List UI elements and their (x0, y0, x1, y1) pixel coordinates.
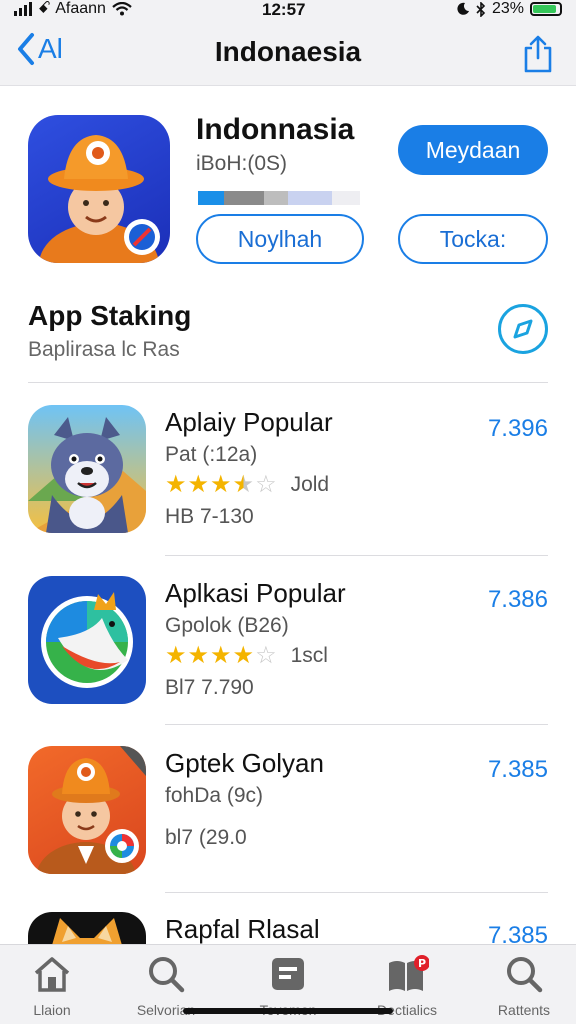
app-size: Bl7 7.790 (165, 676, 254, 699)
battery-percent: 23% (491, 0, 524, 17)
status-bar: ꗃ Afaann 12:57 23% (0, 0, 576, 22)
card-icon (272, 958, 304, 990)
tab-home[interactable]: Llaion (2, 955, 102, 1018)
signal-icon (14, 2, 32, 16)
tab-label: Llaion (33, 1002, 71, 1018)
home-icon (34, 957, 70, 992)
list-item[interactable]: Rapfal Rlasal 7.385 (0, 912, 576, 944)
tab-search-2[interactable]: Rattents (474, 955, 574, 1018)
app-developer: Gpolok (B26) (165, 614, 289, 637)
app-icon (28, 912, 146, 944)
moon-icon (457, 2, 469, 15)
star-rating-icon: ★ ★ ★ ★ ☆ (165, 642, 277, 669)
bluetooth-icon (476, 1, 486, 17)
tab-label: Rattents (497, 1002, 551, 1018)
battery-icon (530, 2, 562, 16)
app-rating: ★ ★ ★ ★ ☆ 1scl (165, 644, 328, 668)
app-name: Aplaiy Popular (165, 407, 333, 437)
tertiary-button[interactable]: Tocka: (398, 214, 548, 264)
app-size: bl7 (29.0 (165, 826, 247, 849)
section-subtitle: Baplirasa lc Ras (28, 338, 180, 361)
home-indicator[interactable] (183, 1008, 393, 1014)
app-icon (28, 746, 146, 874)
app-name: Rapfal Rlasal (165, 914, 320, 944)
app-icon (28, 576, 146, 704)
svg-text:P: P (418, 957, 426, 970)
price-button[interactable]: 7.385 (488, 922, 548, 944)
price-button[interactable]: 7.386 (488, 586, 548, 614)
divider (165, 724, 548, 725)
search-icon (149, 957, 185, 993)
app-name: Gptek Golyan (165, 748, 324, 778)
compass-button[interactable] (498, 304, 548, 354)
hero-app-icon[interactable] (28, 115, 170, 263)
star-rating-icon: ★ ★ ★ ★ ☆ (165, 471, 277, 498)
rating-count: Jold (290, 473, 330, 496)
divider (165, 555, 548, 556)
clock: 12:57 (262, 0, 306, 19)
progress-bar (198, 191, 360, 205)
navigation-bar: Al Indonaesia (0, 22, 576, 86)
get-button[interactable]: Meydaan (398, 125, 548, 175)
share-button[interactable] (522, 34, 554, 79)
app-size: HB 7-130 (165, 505, 254, 528)
app-developer: fohDa (9c) (165, 784, 264, 807)
app-developer: Pat (:12a) (165, 443, 258, 466)
page-title: Indonaesia (214, 36, 362, 67)
wifi-icon (112, 2, 132, 16)
price-button[interactable]: 7.385 (488, 756, 548, 784)
divider (165, 892, 548, 893)
search-icon (507, 957, 543, 993)
carrier-label: ꗃ Afaann (38, 0, 106, 17)
app-rating: ★ ★ ★ ★ ☆ Jold (165, 473, 329, 497)
price-button[interactable]: 7.396 (488, 415, 548, 443)
app-subtitle: iBoH:(0S) (196, 152, 288, 175)
divider (28, 382, 548, 383)
compass-icon (513, 319, 533, 339)
list-item[interactable]: Gptek Golyan fohDa (9c) bl7 (29.0 7.385 (0, 746, 576, 896)
share-icon (524, 35, 552, 73)
app-title: Indonnasia (196, 113, 355, 146)
rating-count: 1scl (290, 644, 328, 667)
book-icon: P (389, 955, 430, 991)
list-item[interactable]: Aplkasi Popular Gpolok (B26) ★ ★ ★ ★ ☆ 1scl … (0, 576, 576, 726)
app-icon (28, 405, 146, 533)
list-item[interactable]: Aplaiy Popular Pat (:12a) ★ ★ ★ ★ ☆ Jold HB … (0, 405, 576, 555)
section-title: App Staking (28, 300, 192, 331)
secondary-button[interactable]: Noylhah (196, 214, 364, 264)
app-name: Aplkasi Popular (165, 578, 346, 608)
